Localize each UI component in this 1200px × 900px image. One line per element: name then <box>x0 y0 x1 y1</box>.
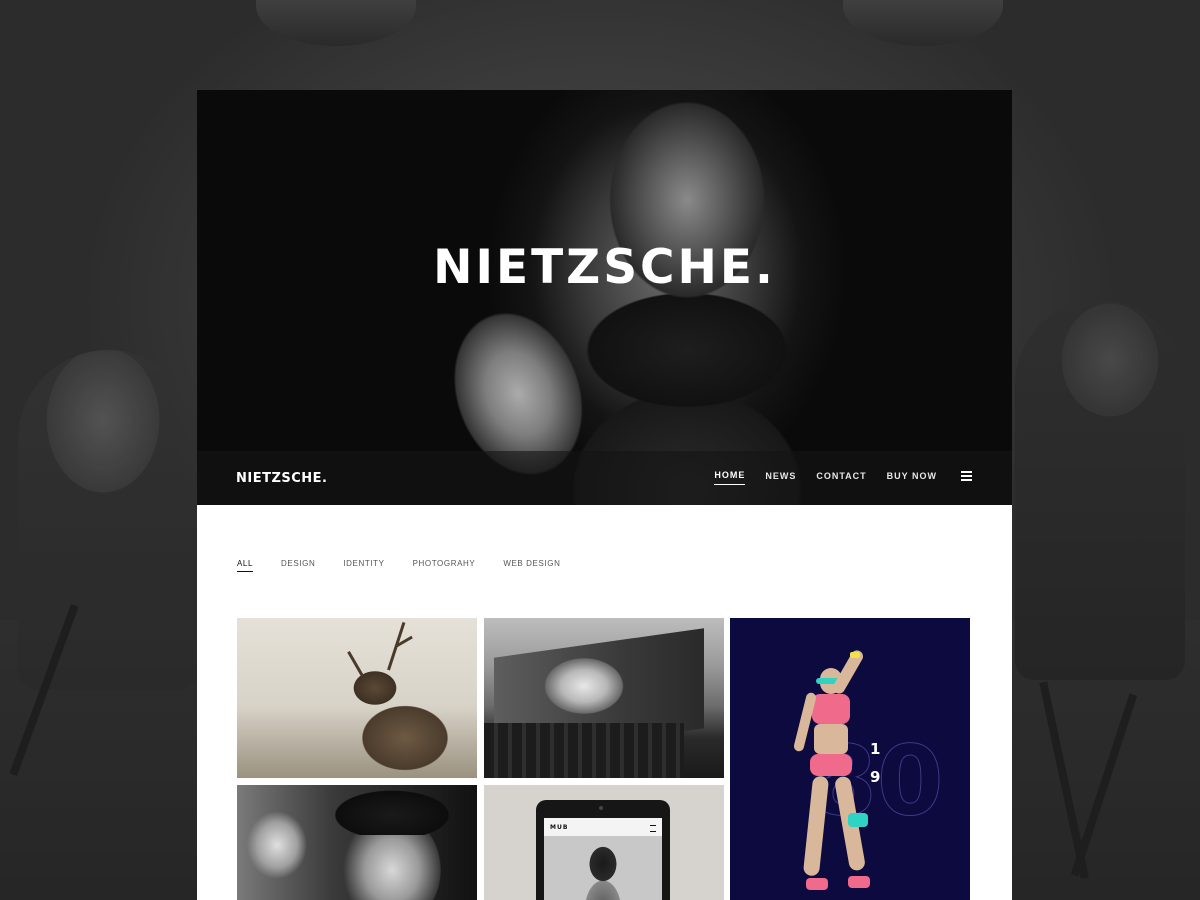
hero-title: NIETZSCHE. <box>433 240 776 295</box>
filter-all[interactable]: ALL <box>237 559 254 572</box>
portfolio-item-mural[interactable] <box>484 618 724 778</box>
deer-head <box>345 663 405 713</box>
background-person-left <box>18 350 198 690</box>
site-logo[interactable]: NIETZSCHE. <box>236 471 328 486</box>
tablet-camera <box>599 806 603 810</box>
filter-identity[interactable]: IDENTITY <box>343 559 384 572</box>
portfolio-filter-bar: ALL DESIGN IDENTITY PHOTOGRAHY WEB DESIG… <box>237 559 588 572</box>
top-navigation-bar: NIETZSCHE. HOME NEWS CONTACT BUY NOW <box>197 451 1012 505</box>
mural-fence <box>484 723 684 778</box>
mural-face <box>529 648 639 723</box>
nav-link-contact[interactable]: CONTACT <box>816 471 866 485</box>
fitness-model-figure <box>790 648 900 900</box>
tablet-menu-icon <box>650 825 656 832</box>
filter-photography[interactable]: PHOTOGRAHY <box>413 559 476 572</box>
tablet-photo <box>544 836 662 900</box>
portrait-hair <box>317 785 467 835</box>
portfolio-item-deer[interactable] <box>237 618 477 778</box>
filter-design[interactable]: DESIGN <box>281 559 315 572</box>
hamburger-menu-icon[interactable] <box>961 471 972 481</box>
portfolio-item-tablet[interactable]: MUB <box>484 785 724 900</box>
portfolio-item-fitness[interactable]: 80 1 9 <box>730 618 970 900</box>
portfolio-item-portrait[interactable] <box>237 785 477 900</box>
tablet-device: MUB <box>536 800 670 900</box>
hero-section: NIETZSCHE. NIETZSCHE. HOME NEWS CONTACT … <box>197 90 1012 505</box>
nav-link-news[interactable]: NEWS <box>765 471 796 485</box>
nav-link-home[interactable]: HOME <box>714 470 746 485</box>
filter-web-design[interactable]: WEB DESIGN <box>503 559 560 572</box>
tablet-screen: MUB <box>544 818 662 900</box>
tablet-site-logo: MUB <box>550 824 569 831</box>
website-mockup: NIETZSCHE. NIETZSCHE. HOME NEWS CONTACT … <box>197 90 1012 900</box>
nav-link-buy-now[interactable]: BUY NOW <box>887 471 937 485</box>
nav-links: HOME NEWS CONTACT BUY NOW <box>694 470 972 485</box>
background-person-right <box>1015 300 1185 680</box>
